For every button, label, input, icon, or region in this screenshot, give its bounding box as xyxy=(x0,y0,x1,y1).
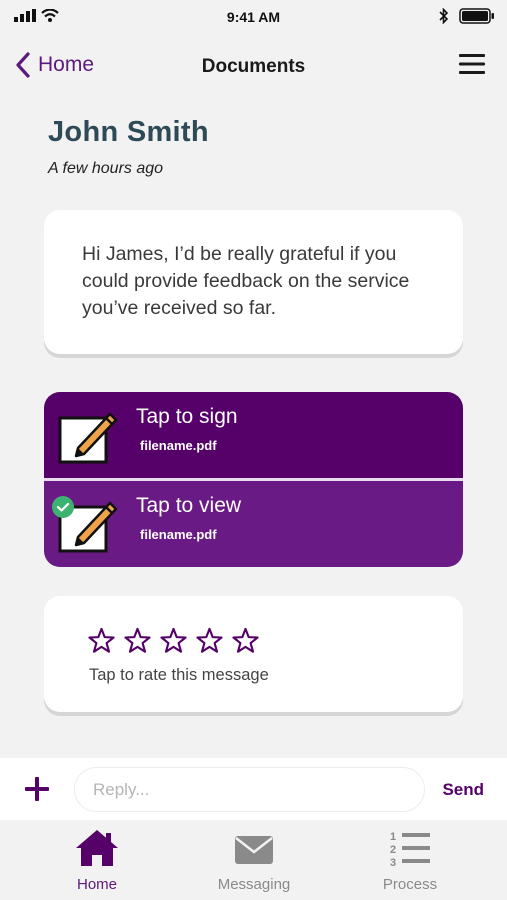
star-icon[interactable] xyxy=(232,627,259,654)
svg-text:3: 3 xyxy=(390,857,396,868)
message-time: A few hours ago xyxy=(48,160,164,177)
svg-text:2: 2 xyxy=(390,844,396,856)
status-bar: 9:41 AM xyxy=(0,0,507,34)
send-button[interactable]: Send xyxy=(442,780,484,800)
star-icon[interactable] xyxy=(196,627,223,654)
document-sign-title: Tap to sign xyxy=(136,405,238,428)
menu-button[interactable] xyxy=(459,53,485,80)
message-text: Hi James, I’d be really grateful if you … xyxy=(82,243,410,319)
status-left xyxy=(14,9,59,22)
document-view-filename: filename.pdf xyxy=(140,527,217,542)
rate-label: Tap to rate this message xyxy=(89,666,269,684)
document-view-row[interactable]: Tap to view filename.pdf xyxy=(44,481,463,567)
page-title: Documents xyxy=(201,56,306,77)
add-attachment-button[interactable] xyxy=(24,776,50,807)
document-sign-filename: filename.pdf xyxy=(140,438,217,453)
nav-bar: Home Documents xyxy=(0,44,507,90)
star-icon[interactable] xyxy=(124,627,151,654)
star-icon[interactable] xyxy=(88,627,115,654)
document-list: Tap to sign filename.pdf Tap to view fil… xyxy=(44,392,463,567)
home-icon xyxy=(76,830,118,866)
tab-home-label: Home xyxy=(76,876,117,893)
svg-text:1: 1 xyxy=(390,831,396,843)
bluetooth-icon xyxy=(439,8,449,24)
document-view-title: Tap to view xyxy=(136,494,242,517)
tab-home[interactable]: Home xyxy=(42,828,152,893)
star-icon[interactable] xyxy=(160,627,187,654)
status-time: 9:41 AM xyxy=(226,9,281,25)
plus-icon xyxy=(25,777,49,801)
tab-messaging[interactable]: Messaging xyxy=(199,828,309,893)
rating-card: Tap to rate this message xyxy=(44,596,463,712)
hamburger-menu-icon xyxy=(459,54,485,74)
document-sign-row[interactable]: Tap to sign filename.pdf xyxy=(44,392,463,478)
reply-input[interactable] xyxy=(74,767,425,812)
status-right xyxy=(439,8,495,24)
wifi-icon xyxy=(41,9,59,22)
battery-icon xyxy=(459,8,494,24)
reply-bar: Send xyxy=(0,758,507,820)
message-card: Hi James, I’d be really grateful if you … xyxy=(44,210,463,354)
tab-process-label: Process xyxy=(382,876,438,893)
check-circle-icon xyxy=(52,496,74,518)
tab-process[interactable]: 1 2 3 Process xyxy=(355,828,465,893)
sender-name: John Smith xyxy=(48,116,209,148)
star-rating xyxy=(88,627,259,654)
numbered-list-icon: 1 2 3 xyxy=(390,831,430,868)
tab-messaging-label: Messaging xyxy=(217,876,291,893)
envelope-icon xyxy=(235,836,273,864)
document-pencil-icon xyxy=(58,412,118,464)
signal-icon xyxy=(14,9,36,22)
tab-bar: Home Messaging 1 2 3 Process xyxy=(0,820,507,900)
